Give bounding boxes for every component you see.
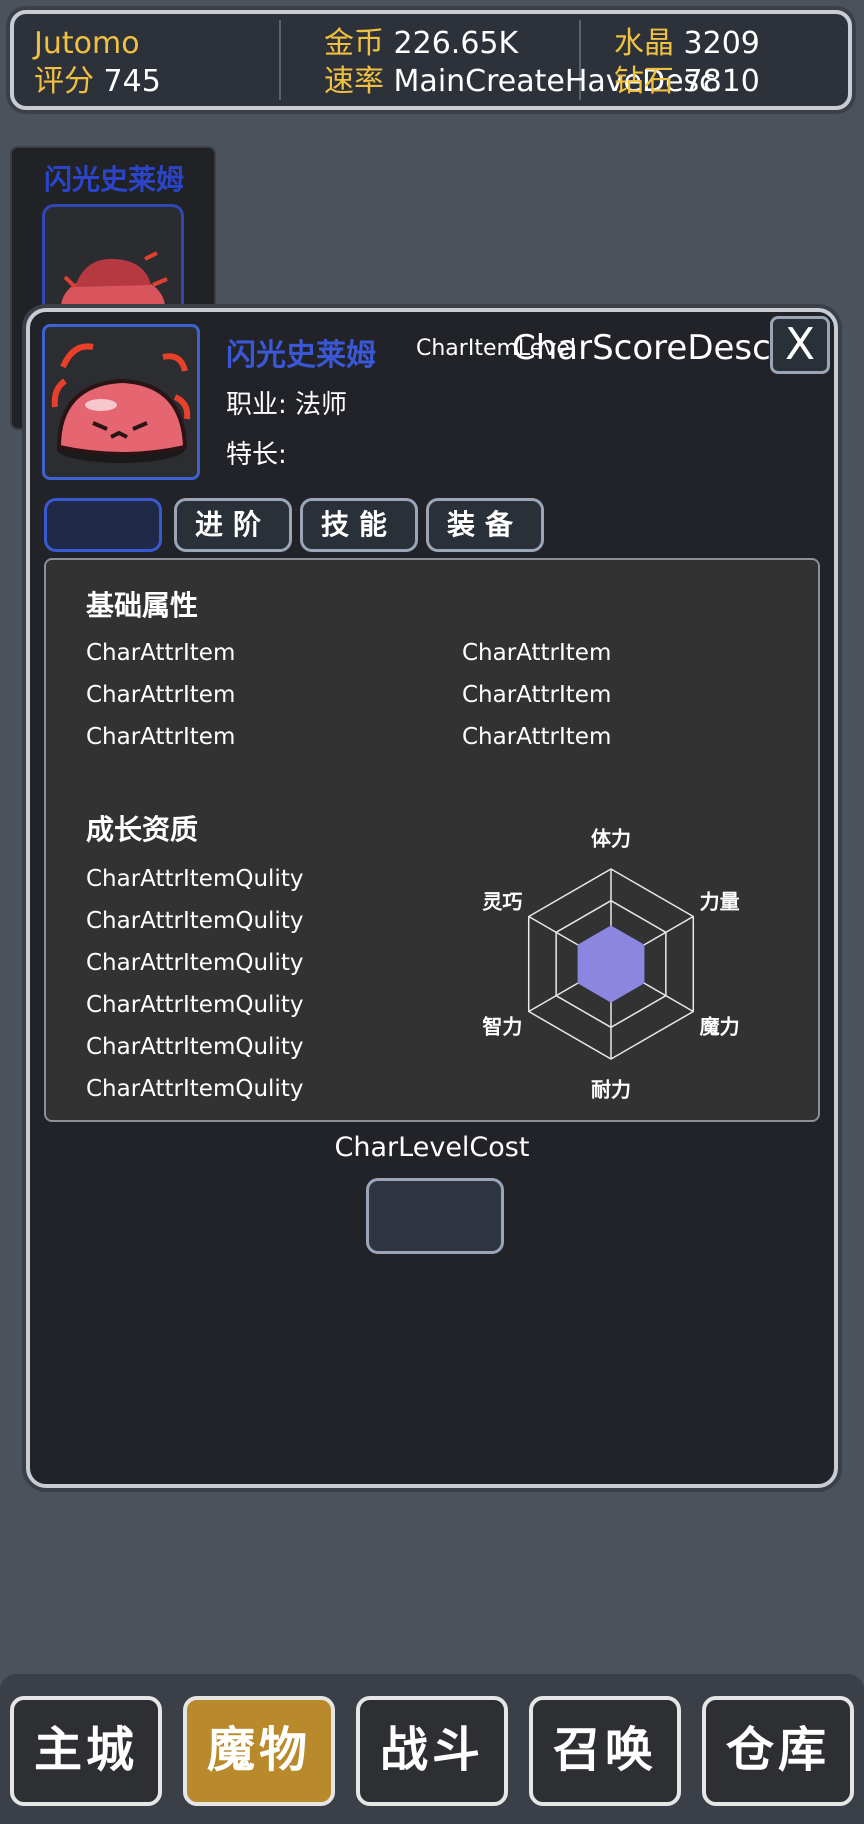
monster-card-name: 闪光史莱姆	[44, 163, 185, 196]
specialty-row: 特长:	[226, 434, 287, 471]
radar-axis-label: 魔力	[700, 1015, 740, 1039]
crystal-label: 水晶	[614, 26, 674, 61]
slime-icon	[51, 343, 191, 463]
growth-attr-item: CharAttrItemQulity	[86, 992, 304, 1018]
specialty-label: 特长:	[226, 440, 287, 470]
basic-attr-item: CharAttrItem	[86, 682, 236, 708]
tab-skills[interactable]: 技能	[300, 498, 418, 552]
gold-label: 金币	[324, 26, 384, 61]
character-detail-dialog: 闪光史莱姆 CharItemLevel CharScoreDesc X 职业: …	[26, 308, 838, 1488]
rate-label: 速率	[324, 64, 384, 99]
score-value: 745	[103, 64, 161, 99]
extra-value: 7810	[683, 64, 760, 99]
character-name: 闪光史莱姆	[226, 338, 376, 373]
nav-battle[interactable]: 战斗	[356, 1696, 508, 1806]
radar-axis-label: 体力	[591, 827, 631, 851]
basic-attr-item: CharAttrItem	[462, 682, 612, 708]
growth-radar-chart: 体力力量魔力耐力 智力 灵巧	[482, 827, 740, 1102]
nav-monsters[interactable]: 魔物	[183, 1696, 335, 1806]
player-name: Jutomo	[34, 26, 140, 61]
growth-attr-item: CharAttrItemQulity	[86, 1034, 304, 1060]
job-label: 职业:	[226, 390, 287, 420]
radar-axis-label: 智力	[482, 1015, 522, 1039]
level-cost-label: CharLevelCost	[334, 1132, 530, 1163]
growth-attr-item: CharAttrItemQulity	[86, 908, 304, 934]
crystal-value: 3209	[683, 26, 760, 61]
character-avatar	[42, 324, 200, 480]
radar-axis-label: 力量	[700, 889, 740, 913]
nav-main-city[interactable]: 主城	[10, 1696, 162, 1806]
basic-attributes-title: 基础属性	[86, 589, 199, 622]
crystal-stat: 水晶 3209	[614, 26, 760, 62]
job-row: 职业: 法师	[226, 384, 347, 421]
basic-attr-item: CharAttrItem	[86, 640, 236, 666]
tab-equipment[interactable]: 装备	[426, 498, 544, 552]
growth-aptitude-title: 成长资质	[86, 813, 199, 846]
attribute-panel: 基础属性 CharAttrItem CharAttrItem CharAttrI…	[44, 558, 820, 1122]
growth-attr-item: CharAttrItemQulity	[86, 866, 304, 892]
character-score: CharScoreDesc	[512, 328, 771, 368]
radar-axis-label: 灵巧	[482, 889, 522, 913]
radar-axis-label: 耐力	[591, 1077, 631, 1101]
gold-value: 226.65K	[393, 26, 519, 61]
nav-summon[interactable]: 召唤	[529, 1696, 681, 1806]
score-stat: 评分 745	[34, 64, 161, 100]
job-value: 法师	[295, 390, 348, 420]
close-button[interactable]: X	[770, 316, 830, 374]
growth-attr-item: CharAttrItemQulity	[86, 950, 304, 976]
tab-attributes[interactable]	[44, 498, 162, 552]
growth-attr-item: CharAttrItemQulity	[86, 1076, 304, 1102]
score-label: 评分	[34, 64, 94, 99]
basic-attr-item: CharAttrItem	[462, 640, 612, 666]
basic-attr-item: CharAttrItem	[462, 724, 612, 750]
nav-warehouse[interactable]: 仓库	[702, 1696, 854, 1806]
basic-attr-item: CharAttrItem	[86, 724, 236, 750]
divider	[279, 20, 281, 100]
top-status-bar: Jutomo 评分 745 金币 226.65K 速率 MainCreateHa…	[10, 10, 852, 110]
gold-stat: 金币 226.65K	[324, 26, 518, 62]
extra-label: 钻石	[614, 64, 674, 99]
level-up-button[interactable]	[366, 1178, 504, 1254]
bottom-navigation: 主城 魔物 战斗 召唤 仓库	[0, 1674, 864, 1824]
extra-stat: 钻石 7810	[614, 64, 760, 100]
radar-value-shape	[577, 925, 645, 1003]
tab-advance[interactable]: 进阶	[174, 498, 292, 552]
